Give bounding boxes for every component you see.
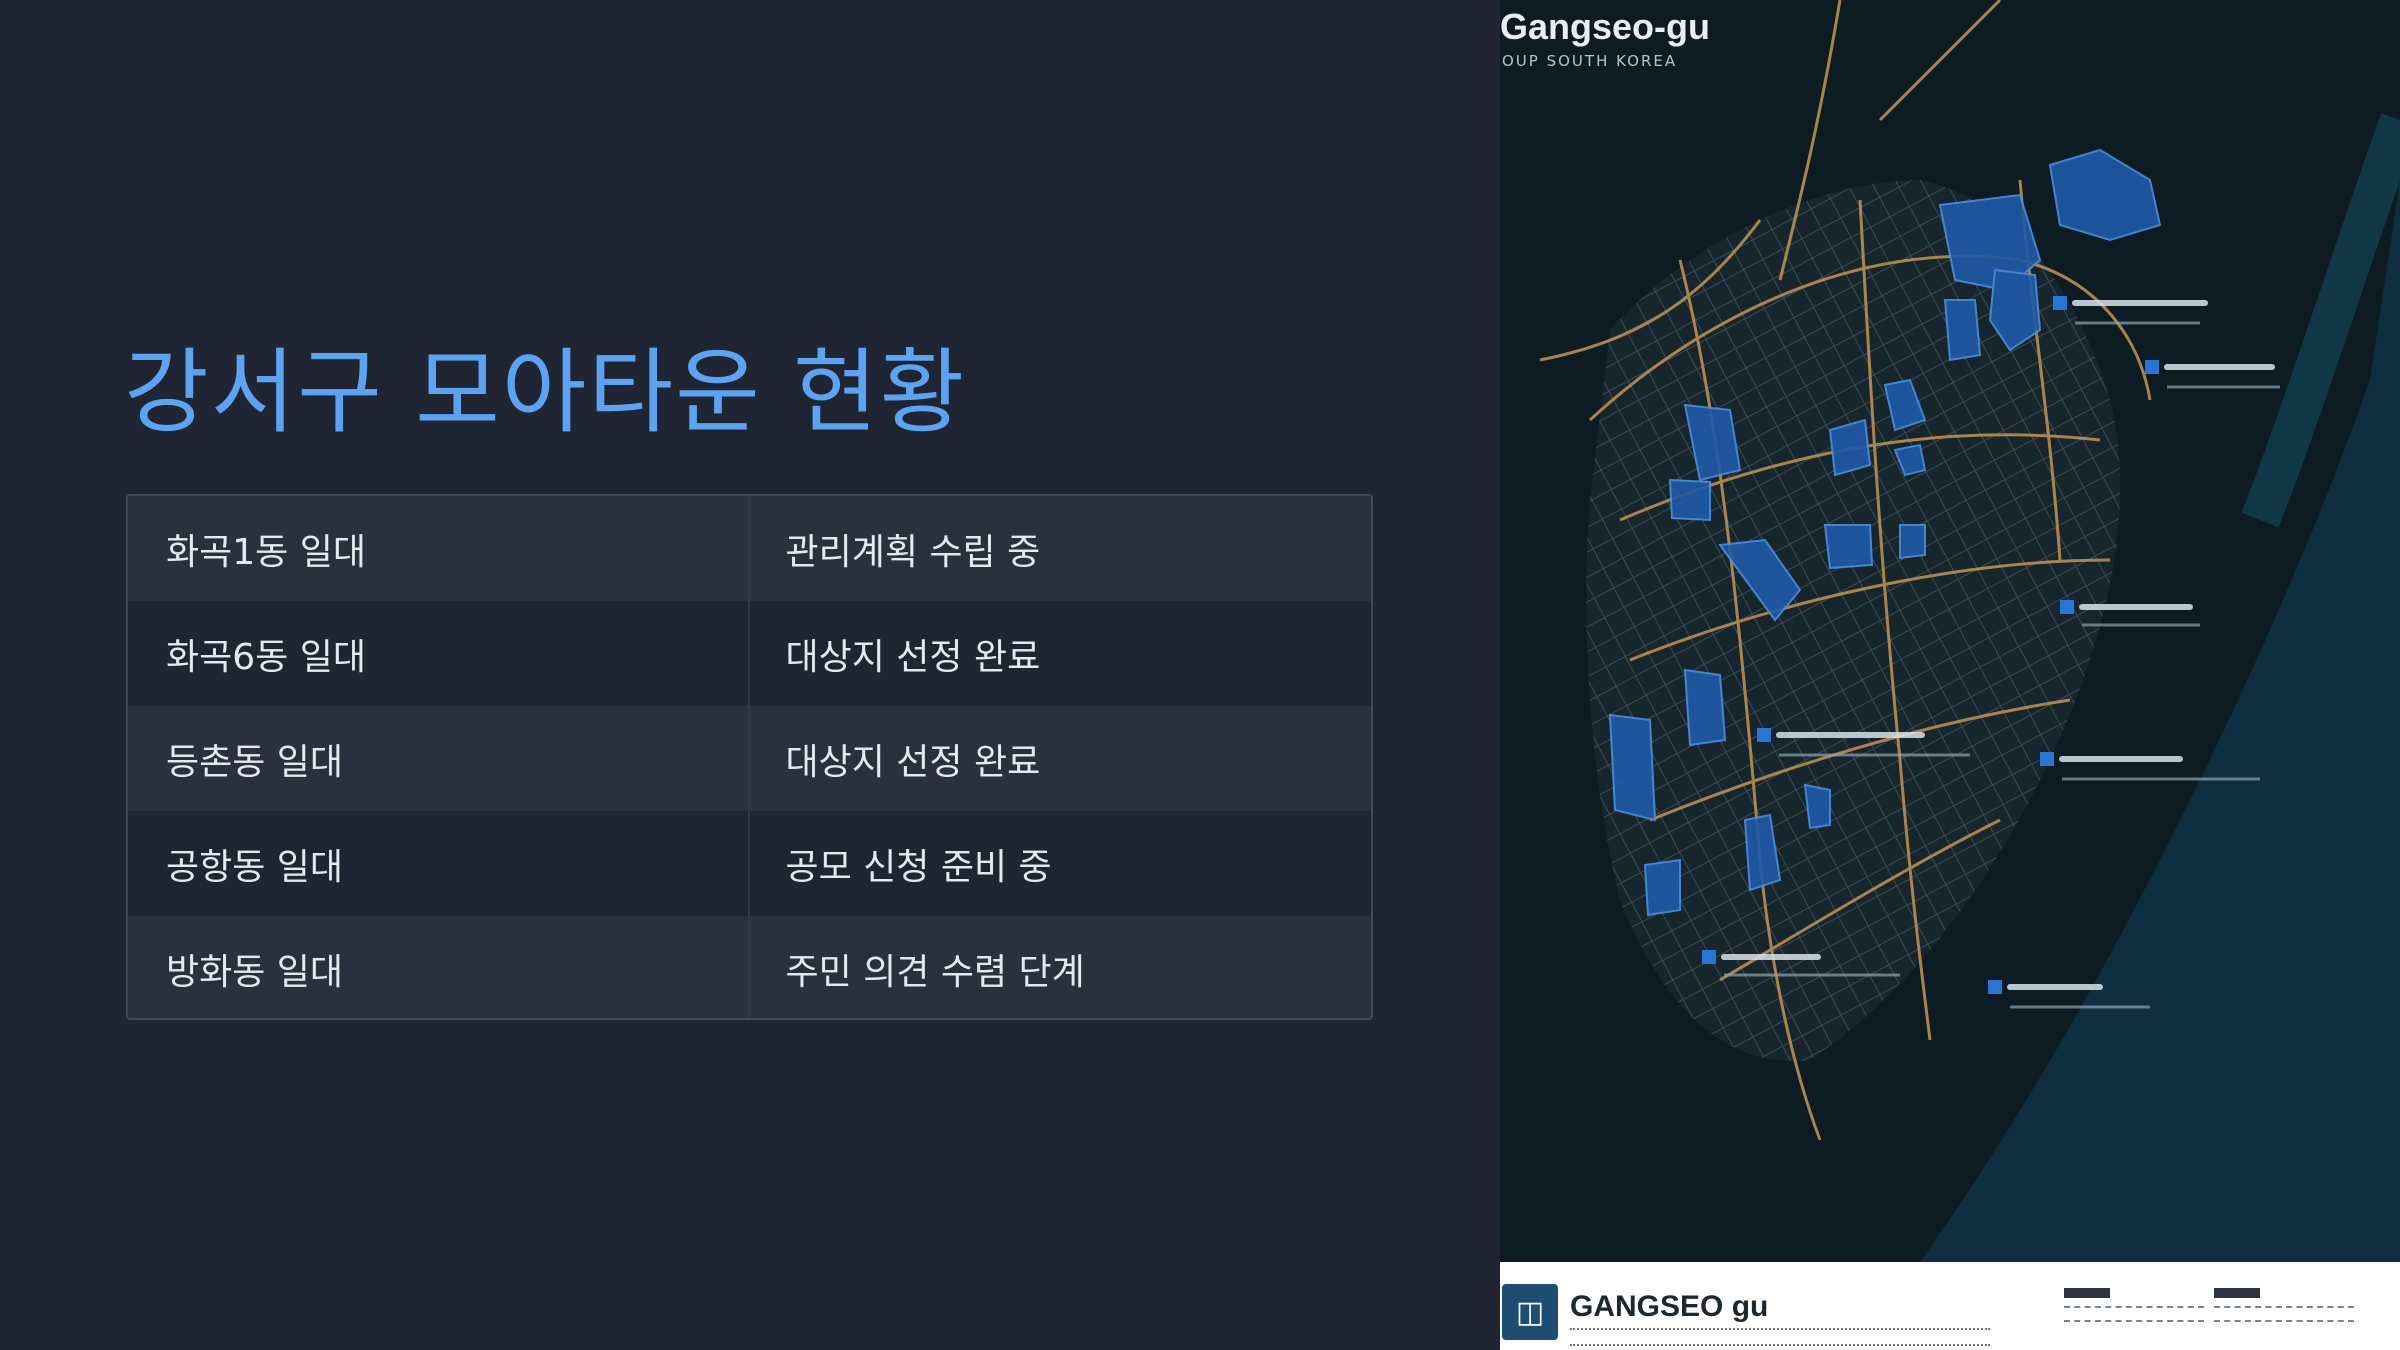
legend-title: GANGSEO gu bbox=[1570, 1290, 1769, 1323]
area-cell: 등촌동 일대 bbox=[128, 706, 750, 811]
legend-note-lines bbox=[1570, 1328, 1990, 1346]
status-cell: 대상지 선정 완료 bbox=[785, 741, 1041, 783]
status-cell: 관리계획 수립 중 bbox=[785, 531, 1041, 573]
area-cell: 화곡1동 일대 bbox=[128, 496, 750, 601]
table-row: 등촌동 일대 대상지 선정 완료 bbox=[128, 706, 1371, 811]
area-cell: 공항동 일대 bbox=[128, 811, 750, 916]
slide-title: 강서구 모아타운 현황 bbox=[124, 339, 967, 446]
map-subtitle: OUP SOUTH KOREA bbox=[1502, 52, 1678, 70]
status-cell: 주민 의견 수렴 단계 bbox=[785, 951, 1085, 993]
area-cell: 화곡6동 일대 bbox=[128, 601, 750, 706]
map-legend: ◫ GANGSEO gu bbox=[1500, 1262, 2400, 1350]
status-table: 화곡1동 일대 관리계획 수립 중 화곡6동 일대 대상지 선정 완료 등촌동 … bbox=[126, 494, 1373, 1020]
map-graphic bbox=[1500, 0, 2400, 1262]
car-icon: ◫ bbox=[1502, 1284, 1558, 1340]
table-row: 공항동 일대 공모 신청 준비 중 bbox=[128, 811, 1371, 916]
status-cell: 공모 신청 준비 중 bbox=[785, 846, 1052, 888]
table-row: 화곡6동 일대 대상지 선정 완료 bbox=[128, 601, 1371, 706]
legend-column bbox=[2064, 1288, 2204, 1344]
slide-content: 강서구 모아타운 현황 화곡1동 일대 관리계획 수립 중 화곡6동 일대 대상… bbox=[0, 0, 1500, 1350]
district-map-image: Gangseo-gu OUP SOUTH KOREA ◫ GANGSEO gu bbox=[1500, 0, 2400, 1350]
legend-column bbox=[2214, 1288, 2354, 1344]
table-row: 화곡1동 일대 관리계획 수립 중 bbox=[128, 496, 1371, 601]
map-title: Gangseo-gu bbox=[1500, 6, 1711, 47]
table-row: 방화동 일대 주민 의견 수렴 단계 bbox=[128, 916, 1371, 1018]
status-cell: 대상지 선정 완료 bbox=[785, 636, 1041, 678]
area-cell: 방화동 일대 bbox=[128, 916, 750, 1018]
